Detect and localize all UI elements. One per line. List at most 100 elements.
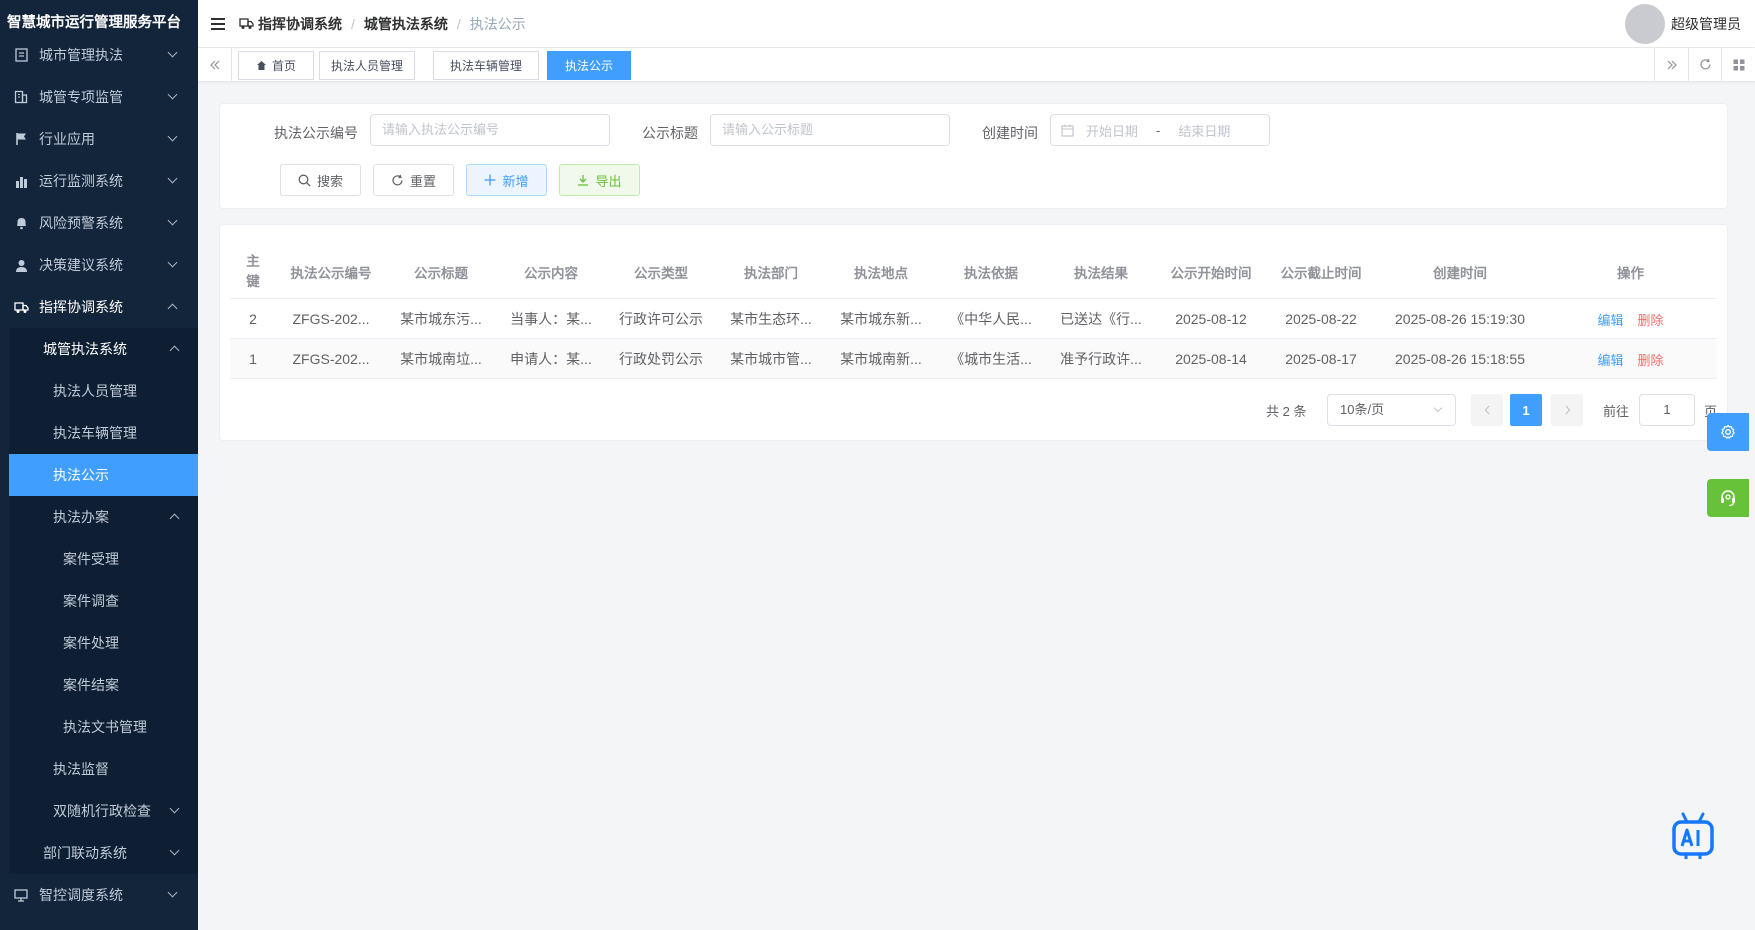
tag-vehicles[interactable]: 执法车辆管理: [433, 51, 539, 80]
flag-icon: [13, 131, 29, 147]
title-input[interactable]: 请输入公示标题: [710, 114, 950, 146]
table-cell: 2025-08-14: [1175, 351, 1247, 367]
sidebar-item-case-process[interactable]: 案件处理: [9, 622, 198, 664]
chevron-down-icon: [167, 257, 178, 268]
table-cell: 申请人：某...: [510, 351, 592, 367]
home-icon: [256, 61, 266, 70]
settings-float-button[interactable]: [1707, 413, 1749, 451]
chevron-down-icon: [167, 89, 178, 100]
sidebar-item-special-supervision[interactable]: 城管专项监管: [0, 76, 198, 118]
column-header: 执法地点: [854, 266, 908, 281]
ai-assistant-button[interactable]: [1671, 812, 1715, 862]
delete-button[interactable]: 删除: [1638, 350, 1664, 369]
tag-label: 执法公示: [564, 59, 613, 73]
grid-icon: [1733, 59, 1744, 70]
sidebar-item-personnel[interactable]: 执法人员管理: [9, 370, 198, 412]
date-range-picker[interactable]: 开始日期 - 结束日期: [1050, 114, 1270, 146]
breadcrumb-separator: /: [351, 15, 355, 32]
double-chevron-right-icon: [1667, 60, 1677, 69]
export-button[interactable]: 导出: [559, 164, 640, 196]
sidebar-item-random-inspection[interactable]: 双随机行政检查: [9, 790, 198, 832]
column-header-id: 主键: [230, 245, 276, 299]
sidebar-item-case-investigate[interactable]: 案件调查: [9, 580, 198, 622]
pagination-total: 共 2 条: [1266, 403, 1307, 419]
sidebar-item-vehicles[interactable]: 执法车辆管理: [9, 412, 198, 454]
breadcrumb-current: 执法公示: [469, 15, 526, 32]
tag-home[interactable]: 首页: [238, 51, 314, 80]
breadcrumb: 指挥协调系统 / 城管执法系统 / 执法公示: [239, 14, 526, 34]
sidebar-item-command[interactable]: 指挥协调系统: [0, 286, 198, 328]
avatar[interactable]: [1625, 4, 1665, 44]
search-form: 执法公示编号 请输入执法公示编号 公示标题 请输入公示标题 创建时间 开始日期 …: [219, 103, 1728, 209]
submenu-label: 案件结案: [63, 677, 119, 693]
support-float-button[interactable]: [1707, 479, 1749, 517]
sidebar-item-dispatch[interactable]: 智控调度系统: [0, 874, 198, 916]
end-date-input[interactable]: 结束日期: [1178, 121, 1230, 140]
sidebar: 城市管理执法 城管专项监管 行业应用 运行监测系统 风险预警系统 决策建议系统 …: [0, 0, 198, 930]
sidebar-item-monitoring[interactable]: 运行监测系统: [0, 160, 198, 202]
tag-label: 执法车辆管理: [449, 59, 522, 73]
chevron-right-icon: [1565, 405, 1570, 415]
sidebar-item-supervise[interactable]: 执法监督: [9, 748, 198, 790]
table-cell: 2025-08-17: [1285, 351, 1357, 367]
data-table-card: 主键 执法公示编号 公示标题 公示内容 公示类型 执法部门 执法地点 执法依据 …: [219, 224, 1728, 441]
bar-chart-icon: [13, 173, 29, 189]
sidebar-item-label: 智控调度系统: [39, 887, 123, 903]
search-button[interactable]: 搜索: [280, 164, 361, 196]
column-header: 操作: [1617, 266, 1644, 281]
scroll-right-button[interactable]: [1654, 48, 1688, 81]
sidebar-item-industry[interactable]: 行业应用: [0, 118, 198, 160]
sidebar-item-case-handling[interactable]: 执法办案: [9, 496, 198, 538]
delete-button[interactable]: 删除: [1638, 310, 1664, 329]
prev-page-button[interactable]: [1471, 394, 1503, 426]
code-input[interactable]: 请输入执法公示编号: [370, 114, 610, 146]
start-date-input[interactable]: 开始日期: [1086, 121, 1138, 140]
breadcrumb-item[interactable]: 指挥协调系统: [258, 14, 342, 34]
user-menu[interactable]: 超级管理员: [1625, 4, 1741, 44]
scroll-left-button[interactable]: [198, 48, 232, 81]
sidebar-item-case-close[interactable]: 案件结案: [9, 664, 198, 706]
chevron-up-icon: [169, 345, 180, 356]
table-cell: 1: [249, 351, 257, 367]
page-size-select[interactable]: 10条/页: [1327, 394, 1456, 426]
table-cell: 2025-08-26 15:18:55: [1395, 351, 1525, 367]
document-icon: [13, 47, 29, 63]
plus-icon: [484, 174, 496, 186]
page-number-current[interactable]: 1: [1510, 394, 1542, 426]
tag-personnel[interactable]: 执法人员管理: [319, 51, 415, 80]
chevron-down-icon: [1433, 403, 1443, 413]
table-cell: 2025-08-22: [1285, 311, 1357, 327]
sidebar-item-decision[interactable]: 决策建议系统: [0, 244, 198, 286]
breadcrumb-item[interactable]: 城管执法系统: [364, 14, 448, 34]
headset-icon: [1721, 490, 1735, 507]
button-label: 新增: [502, 173, 529, 189]
table-cell: 某市城南垃...: [400, 351, 482, 367]
edit-button[interactable]: 编辑: [1597, 350, 1623, 369]
tag-publicity[interactable]: 执法公示: [547, 51, 631, 80]
edit-button[interactable]: 编辑: [1597, 310, 1623, 329]
tag-menu-button[interactable]: [1721, 48, 1755, 81]
sidebar-menu: 城市管理执法 城管专项监管 行业应用 运行监测系统 风险预警系统 决策建议系统 …: [0, 34, 198, 916]
hamburger-icon[interactable]: [211, 17, 225, 30]
add-button[interactable]: 新增: [466, 164, 547, 196]
reset-button[interactable]: 重置: [373, 164, 454, 196]
next-page-button[interactable]: [1551, 394, 1583, 426]
sidebar-item-label: 运行监测系统: [39, 173, 123, 189]
sidebar-item-case-accept[interactable]: 案件受理: [9, 538, 198, 580]
submenu-label: 执法监督: [53, 761, 109, 777]
sidebar-item-linkage[interactable]: 部门联动系统: [9, 832, 198, 874]
sidebar-item-risk-warning[interactable]: 风险预警系统: [0, 202, 198, 244]
user-icon: [13, 257, 29, 273]
sidebar-item-documents[interactable]: 执法文书管理: [9, 706, 198, 748]
table-cell: 行政许可公示: [619, 311, 703, 327]
sidebar-item-publicity[interactable]: 执法公示: [9, 454, 198, 496]
header-label: 主键: [246, 254, 260, 289]
goto-page-input[interactable]: 1: [1639, 394, 1695, 426]
refresh-button[interactable]: [1688, 48, 1722, 81]
user-name[interactable]: 超级管理员: [1671, 14, 1741, 34]
sidebar-item-enforcement-system[interactable]: 城管执法系统: [9, 328, 198, 370]
table-cell: ZFGS-202...: [292, 351, 370, 367]
submenu-label: 执法文书管理: [63, 719, 147, 735]
search-icon: [298, 174, 311, 187]
title-label: 公示标题: [642, 125, 698, 141]
